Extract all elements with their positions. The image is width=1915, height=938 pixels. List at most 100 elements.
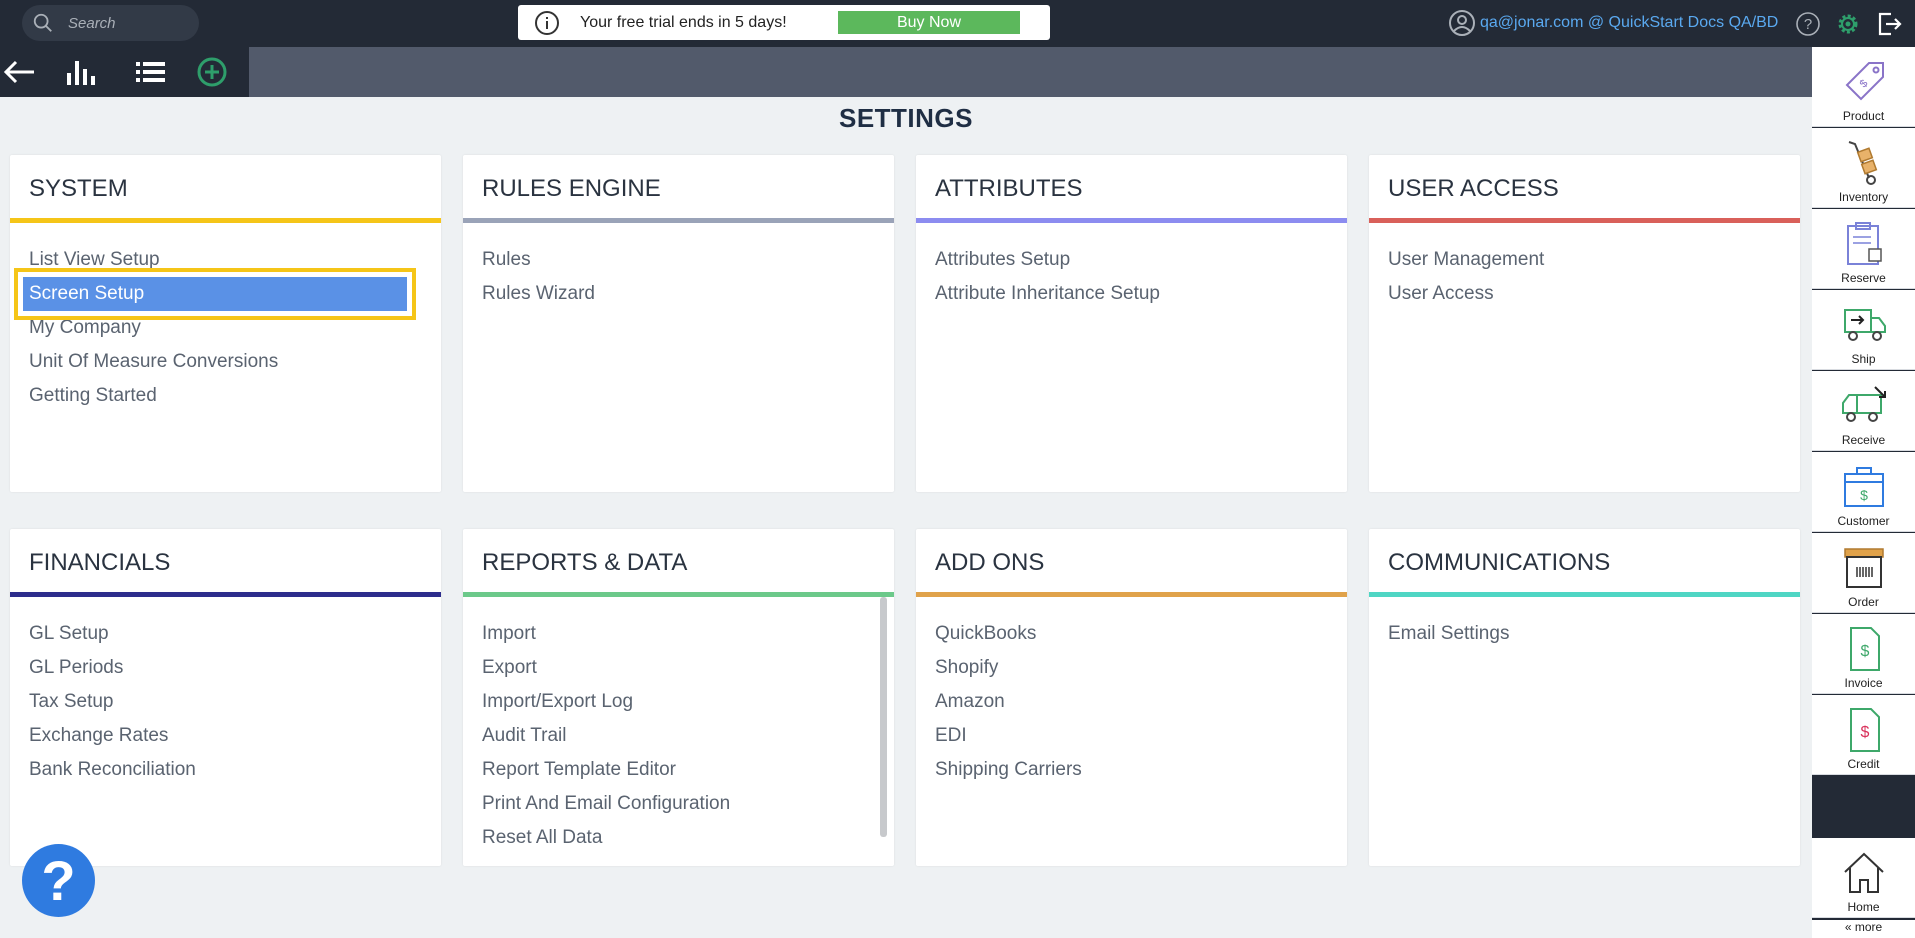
- svg-text:$: $: [1860, 724, 1869, 741]
- list-item[interactable]: Reset All Data: [482, 821, 730, 855]
- list-item[interactable]: Report Template Editor: [482, 753, 730, 787]
- card-title: FINANCIALS: [29, 549, 171, 576]
- list-item[interactable]: GL Periods: [29, 651, 196, 685]
- scrollbar-thumb[interactable]: [880, 597, 887, 837]
- list-item[interactable]: GL Setup: [29, 617, 196, 651]
- search-icon: [33, 13, 52, 32]
- rail-label: Reserve: [1841, 271, 1886, 285]
- list-item[interactable]: Print And Email Configuration: [482, 787, 730, 821]
- list-item[interactable]: Shopify: [935, 651, 1082, 685]
- user-account[interactable]: qa@jonar.com @ QuickStart Docs QA/BD: [1448, 10, 1778, 36]
- toolbar: [0, 47, 1812, 97]
- card-accent: [463, 592, 894, 597]
- rail-label: Receive: [1841, 433, 1886, 447]
- card-accent: [916, 218, 1347, 223]
- list-item-selected[interactable]: Screen Setup: [14, 268, 416, 320]
- rail-item-product[interactable]: $ Product: [1812, 47, 1915, 127]
- list-icon[interactable]: [134, 56, 168, 88]
- card-accent: [916, 592, 1347, 597]
- clipboard-box-icon: [1846, 222, 1882, 265]
- bar-chart-icon[interactable]: [63, 56, 97, 88]
- list-item[interactable]: User Access: [1388, 277, 1544, 311]
- list-item[interactable]: Email Settings: [1388, 617, 1509, 651]
- card-title: RULES ENGINE: [482, 175, 661, 202]
- rail-item-inventory[interactable]: Inventory: [1812, 128, 1915, 208]
- logout-icon[interactable]: [1875, 10, 1903, 38]
- rail-item-order[interactable]: Order: [1812, 533, 1915, 613]
- card-list: Attributes Setup Attribute Inheritance S…: [935, 243, 1160, 311]
- search-input[interactable]: [68, 14, 188, 32]
- briefcase-dollar-icon: $: [1843, 467, 1884, 507]
- rail-label: Order: [1848, 595, 1879, 609]
- rail-label: Customer: [1837, 514, 1890, 528]
- list-item[interactable]: List View Setup: [29, 243, 407, 277]
- card-accent: [1369, 592, 1800, 597]
- hand-truck-icon: [1848, 141, 1877, 185]
- help-fab-button[interactable]: ?: [22, 844, 95, 917]
- rail-label: Product: [1842, 109, 1885, 123]
- info-icon: [535, 10, 559, 35]
- rail-item-home[interactable]: Home: [1812, 838, 1915, 918]
- svg-text:$: $: [1857, 78, 1870, 91]
- rail-label: Ship: [1851, 352, 1876, 366]
- card-accent: [1369, 218, 1800, 223]
- list-item[interactable]: Attribute Inheritance Setup: [935, 277, 1160, 311]
- credit-doc-icon: $: [1849, 708, 1880, 752]
- search-box[interactable]: [22, 5, 199, 41]
- rail-label: Home: [1847, 900, 1880, 914]
- card-title: COMMUNICATIONS: [1388, 549, 1611, 576]
- gear-icon[interactable]: [1834, 10, 1862, 38]
- card-attributes: ATTRIBUTES Attributes Setup Attribute In…: [916, 155, 1347, 492]
- svg-text:$: $: [1860, 643, 1869, 660]
- add-circle-icon[interactable]: [195, 56, 229, 88]
- list-item[interactable]: Rules: [482, 243, 595, 277]
- list-item[interactable]: My Company: [29, 311, 407, 345]
- tag-icon: $: [1845, 62, 1884, 101]
- list-item[interactable]: Shipping Carriers: [935, 753, 1082, 787]
- rail-label: Invoice: [1844, 676, 1883, 690]
- trial-banner: Your free trial ends in 5 days! Buy Now: [518, 5, 1050, 40]
- card-rules-engine: RULES ENGINE Rules Rules Wizard: [463, 155, 894, 492]
- rail-item-credit[interactable]: $ Credit: [1812, 695, 1915, 775]
- buy-now-button[interactable]: Buy Now: [838, 11, 1020, 34]
- list-item[interactable]: Rules Wizard: [482, 277, 595, 311]
- rail-item-receive[interactable]: Receive: [1812, 371, 1915, 451]
- invoice-dollar-icon: $: [1849, 627, 1880, 671]
- list-item[interactable]: Tax Setup: [29, 685, 196, 719]
- card-title: USER ACCESS: [1388, 175, 1559, 202]
- list-item[interactable]: Export: [482, 651, 730, 685]
- rail-item-ship[interactable]: Ship: [1812, 290, 1915, 370]
- card-title: REPORTS & DATA: [482, 549, 688, 576]
- rail-item-invoice[interactable]: $ Invoice: [1812, 614, 1915, 694]
- list-item[interactable]: Getting Started: [29, 379, 407, 413]
- help-icon[interactable]: ?: [1795, 11, 1821, 37]
- list-item[interactable]: Import/Export Log: [482, 685, 730, 719]
- list-item[interactable]: Exchange Rates: [29, 719, 196, 753]
- list-item[interactable]: QuickBooks: [935, 617, 1082, 651]
- card-list: Rules Rules Wizard: [482, 243, 595, 311]
- more-link[interactable]: « more: [1812, 920, 1915, 938]
- truck-in-icon: [1841, 386, 1886, 422]
- card-add-ons: ADD ONS QuickBooks Shopify Amazon EDI Sh…: [916, 529, 1347, 866]
- list-item[interactable]: EDI: [935, 719, 1082, 753]
- user-label[interactable]: qa@jonar.com @ QuickStart Docs QA/BD: [1480, 14, 1778, 32]
- home-icon: [1843, 852, 1884, 893]
- page-title: SETTINGS: [838, 103, 973, 133]
- question-mark-icon: ?: [41, 848, 76, 912]
- list-item[interactable]: User Management: [1388, 243, 1544, 277]
- list-item[interactable]: Amazon: [935, 685, 1082, 719]
- list-item[interactable]: Unit Of Measure Conversions: [29, 345, 407, 379]
- rail-item-customer[interactable]: $ Customer: [1812, 452, 1915, 532]
- back-arrow-icon[interactable]: [2, 56, 36, 88]
- svg-text:?: ?: [1804, 16, 1812, 33]
- card-list: Email Settings: [1388, 617, 1509, 651]
- box-barcode-icon: [1843, 548, 1884, 588]
- toolbar-actions: [0, 47, 249, 97]
- list-item[interactable]: Audit Trail: [482, 719, 730, 753]
- list-item[interactable]: Import: [482, 617, 730, 651]
- card-list: QuickBooks Shopify Amazon EDI Shipping C…: [935, 617, 1082, 787]
- list-item[interactable]: Bank Reconciliation: [29, 753, 196, 787]
- rail-item-reserve[interactable]: Reserve: [1812, 209, 1915, 289]
- user-icon: [1449, 10, 1475, 36]
- list-item[interactable]: Attributes Setup: [935, 243, 1160, 277]
